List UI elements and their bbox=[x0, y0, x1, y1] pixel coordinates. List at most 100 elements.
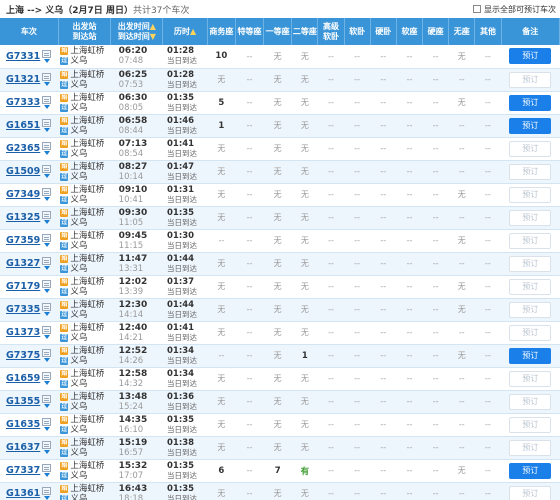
train-number-link[interactable]: G1509 bbox=[6, 166, 40, 177]
stops-doc-icon[interactable] bbox=[42, 257, 52, 265]
train-number-link[interactable]: G1361 bbox=[6, 488, 40, 499]
book-button[interactable]: 预订 bbox=[509, 163, 552, 180]
book-button[interactable]: 预订 bbox=[509, 462, 552, 479]
stops-doc-icon[interactable] bbox=[42, 142, 52, 150]
chevron-down-icon[interactable] bbox=[43, 381, 50, 385]
stops-doc-icon[interactable] bbox=[42, 487, 52, 495]
train-number-link[interactable]: G7375 bbox=[6, 350, 40, 361]
duration-cell: 01:44 当日到达 bbox=[162, 298, 208, 322]
chevron-down-icon[interactable] bbox=[43, 427, 50, 431]
book-button[interactable]: 预订 bbox=[509, 439, 552, 456]
train-number-link[interactable]: G1355 bbox=[6, 396, 40, 407]
col-duration[interactable]: 历时▲ bbox=[162, 18, 208, 45]
train-number-link[interactable]: G7179 bbox=[6, 281, 40, 292]
stops-doc-icon[interactable] bbox=[42, 326, 52, 334]
chevron-down-icon[interactable] bbox=[43, 82, 50, 86]
train-number-link[interactable]: G7359 bbox=[6, 235, 40, 246]
chevron-down-icon[interactable] bbox=[43, 197, 50, 201]
book-button[interactable]: 预订 bbox=[509, 324, 552, 341]
seat-value: 无 bbox=[300, 213, 309, 222]
chevron-down-icon[interactable] bbox=[43, 496, 50, 500]
stops-doc-icon[interactable] bbox=[42, 96, 52, 104]
stops-doc-icon[interactable] bbox=[42, 119, 52, 127]
stops-doc-icon[interactable] bbox=[42, 395, 52, 403]
chevron-down-icon[interactable] bbox=[43, 174, 50, 178]
book-button[interactable]: 预订 bbox=[509, 140, 552, 157]
book-button[interactable]: 预订 bbox=[509, 232, 552, 249]
train-number-link[interactable]: G1651 bbox=[6, 120, 40, 131]
book-button[interactable]: 预订 bbox=[509, 301, 552, 318]
stops-doc-icon[interactable] bbox=[42, 418, 52, 426]
train-number-link[interactable]: G2365 bbox=[6, 143, 40, 154]
chevron-down-icon[interactable] bbox=[43, 312, 50, 316]
seat-availability: -- bbox=[344, 390, 371, 414]
book-button[interactable]: 预订 bbox=[509, 416, 552, 433]
show-all-checkbox[interactable] bbox=[473, 5, 481, 13]
seat-availability: -- bbox=[422, 252, 449, 276]
book-button[interactable]: 预订 bbox=[509, 94, 552, 111]
chevron-down-icon[interactable] bbox=[43, 335, 50, 339]
train-number-link[interactable]: G7335 bbox=[6, 304, 40, 315]
book-button[interactable]: 预订 bbox=[509, 485, 552, 500]
train-number-link[interactable]: G1327 bbox=[6, 258, 40, 269]
train-number-link[interactable]: G1373 bbox=[6, 327, 40, 338]
chevron-down-icon[interactable] bbox=[43, 243, 50, 247]
chevron-down-icon[interactable] bbox=[43, 128, 50, 132]
stops-doc-icon[interactable] bbox=[42, 49, 52, 58]
chevron-down-icon[interactable] bbox=[43, 289, 50, 293]
book-button[interactable]: 预订 bbox=[509, 209, 552, 226]
train-number-link[interactable]: G1637 bbox=[6, 442, 40, 453]
train-number-link[interactable]: G7333 bbox=[6, 97, 40, 108]
show-all-toggle[interactable]: 显示全部可预订车次 bbox=[473, 4, 556, 15]
seat-availability: -- bbox=[474, 91, 502, 115]
chevron-down-icon[interactable] bbox=[43, 58, 50, 63]
seat-value: -- bbox=[354, 351, 361, 360]
col-deluxe-label: 高级 bbox=[323, 21, 339, 31]
book-button[interactable]: 预订 bbox=[509, 48, 552, 65]
train-number-link[interactable]: G7349 bbox=[6, 189, 40, 200]
train-number-link[interactable]: G1659 bbox=[6, 373, 40, 384]
book-button[interactable]: 预订 bbox=[509, 255, 552, 272]
col-times[interactable]: 出发时间▲ 到达时间▼ bbox=[110, 18, 164, 45]
book-button[interactable]: 预订 bbox=[509, 278, 552, 295]
stops-doc-icon[interactable] bbox=[42, 211, 52, 219]
seat-availability: -- bbox=[344, 160, 371, 184]
book-button[interactable]: 预订 bbox=[509, 347, 552, 364]
stops-doc-icon[interactable] bbox=[42, 234, 52, 242]
train-number-link[interactable]: G7337 bbox=[6, 465, 40, 476]
stops-doc-icon[interactable] bbox=[42, 165, 52, 173]
stops-doc-icon[interactable] bbox=[42, 280, 52, 288]
book-button[interactable]: 预订 bbox=[509, 117, 552, 134]
train-number-link[interactable]: G1635 bbox=[6, 419, 40, 430]
seat-availability: 无 bbox=[263, 45, 292, 69]
chevron-down-icon[interactable] bbox=[43, 266, 50, 270]
stops-doc-icon[interactable] bbox=[42, 349, 52, 357]
stops-doc-icon[interactable] bbox=[42, 73, 52, 81]
chevron-down-icon[interactable] bbox=[43, 151, 50, 155]
stops-doc-icon[interactable] bbox=[42, 372, 52, 380]
station-cell: 始上海虹桥过义乌 bbox=[58, 459, 111, 483]
seat-availability: -- bbox=[317, 45, 345, 69]
train-number-link[interactable]: G7331 bbox=[6, 51, 40, 62]
chevron-down-icon[interactable] bbox=[43, 358, 50, 362]
stops-doc-icon[interactable] bbox=[42, 464, 52, 472]
stops-doc-icon[interactable] bbox=[42, 441, 52, 449]
chevron-down-icon[interactable] bbox=[43, 105, 50, 109]
station-cell: 始上海虹桥过义乌 bbox=[58, 91, 111, 115]
stops-doc-icon[interactable] bbox=[42, 303, 52, 311]
chevron-down-icon[interactable] bbox=[43, 220, 50, 224]
stops-doc-icon[interactable] bbox=[42, 188, 52, 196]
arrival-time: 18:18 bbox=[118, 493, 144, 500]
train-cell: G1361 bbox=[0, 482, 59, 500]
train-number-link[interactable]: G1321 bbox=[6, 74, 40, 85]
train-number-link[interactable]: G1325 bbox=[6, 212, 40, 223]
seat-value: -- bbox=[328, 236, 334, 245]
chevron-down-icon[interactable] bbox=[43, 473, 50, 477]
book-button[interactable]: 预订 bbox=[509, 370, 552, 387]
book-button[interactable]: 预订 bbox=[509, 71, 552, 88]
chevron-down-icon[interactable] bbox=[43, 450, 50, 454]
chevron-down-icon[interactable] bbox=[43, 404, 50, 408]
book-button[interactable]: 预订 bbox=[509, 186, 552, 203]
book-button[interactable]: 预订 bbox=[509, 393, 552, 410]
seat-value: 无 bbox=[457, 190, 466, 199]
